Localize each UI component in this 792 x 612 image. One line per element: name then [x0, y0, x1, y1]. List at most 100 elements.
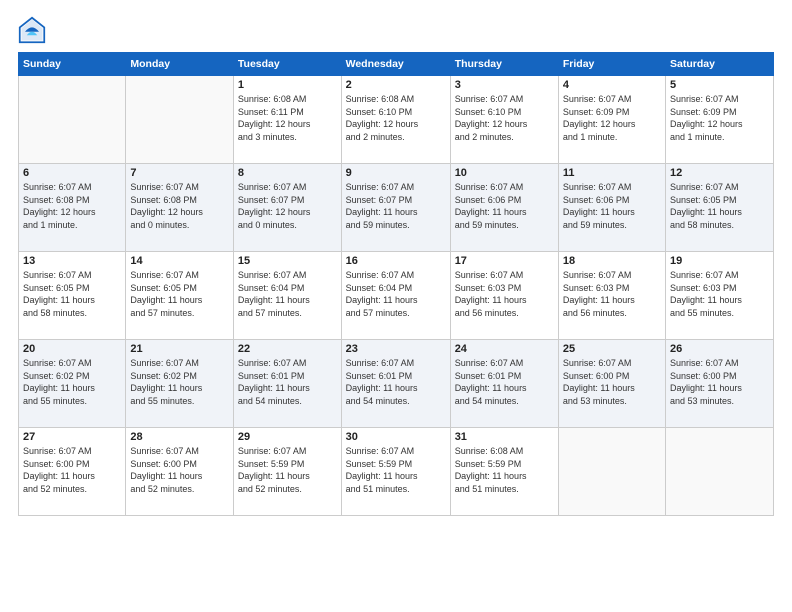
day-info: Sunrise: 6:07 AM Sunset: 6:00 PM Dayligh…	[23, 445, 121, 495]
day-info: Sunrise: 6:07 AM Sunset: 6:02 PM Dayligh…	[130, 357, 229, 407]
logo-icon	[18, 16, 46, 44]
day-number: 9	[346, 167, 446, 179]
day-number: 18	[563, 255, 661, 267]
calendar-cell: 9 Sunrise: 6:07 AM Sunset: 6:07 PM Daylig…	[341, 164, 450, 252]
day-info: Sunrise: 6:07 AM Sunset: 6:02 PM Dayligh…	[23, 357, 121, 407]
day-number: 12	[670, 167, 769, 179]
day-info: Sunrise: 6:07 AM Sunset: 6:00 PM Dayligh…	[563, 357, 661, 407]
day-info: Sunrise: 6:07 AM Sunset: 6:04 PM Dayligh…	[238, 269, 337, 319]
page: SundayMondayTuesdayWednesdayThursdayFrid…	[0, 0, 792, 612]
day-info: Sunrise: 6:07 AM Sunset: 6:09 PM Dayligh…	[670, 93, 769, 143]
day-number: 25	[563, 343, 661, 355]
calendar-cell: 21Sunrise: 6:07 AM Sunset: 6:02 PM Dayli…	[126, 340, 234, 428]
day-number: 14	[130, 255, 229, 267]
day-info: Sunrise: 6:07 AM Sunset: 6:08 PM Dayligh…	[130, 181, 229, 231]
calendar-cell: 18Sunrise: 6:07 AM Sunset: 6:03 PM Dayli…	[558, 252, 665, 340]
day-info: Sunrise: 6:07 AM Sunset: 6:07 PM Dayligh…	[238, 181, 337, 231]
day-number: 27	[23, 431, 121, 443]
calendar-cell: 1 Sunrise: 6:08 AM Sunset: 6:11 PM Daylig…	[233, 76, 341, 164]
calendar-table: SundayMondayTuesdayWednesdayThursdayFrid…	[18, 52, 774, 516]
day-info: Sunrise: 6:07 AM Sunset: 6:05 PM Dayligh…	[670, 181, 769, 231]
calendar-cell: 15 Sunrise: 6:07 AM Sunset: 6:04 PM Dayli…	[233, 252, 341, 340]
calendar-body: 1 Sunrise: 6:08 AM Sunset: 6:11 PM Daylig…	[19, 76, 774, 516]
week-row-3: 13 Sunrise: 6:07 AM Sunset: 6:05 PM Dayli…	[19, 252, 774, 340]
calendar-cell: 30 Sunrise: 6:07 AM Sunset: 5:59 PM Dayli…	[341, 428, 450, 516]
day-info: Sunrise: 6:07 AM Sunset: 6:01 PM Dayligh…	[346, 357, 446, 407]
day-info: Sunrise: 6:07 AM Sunset: 5:59 PM Dayligh…	[238, 445, 337, 495]
week-row-5: 27 Sunrise: 6:07 AM Sunset: 6:00 PM Dayli…	[19, 428, 774, 516]
calendar-cell: 25 Sunrise: 6:07 AM Sunset: 6:00 PM Dayli…	[558, 340, 665, 428]
calendar-cell: 22Sunrise: 6:07 AM Sunset: 6:01 PM Dayli…	[233, 340, 341, 428]
header-day-saturday: Saturday	[665, 53, 773, 76]
header-day-tuesday: Tuesday	[233, 53, 341, 76]
day-number: 26	[670, 343, 769, 355]
day-number: 6	[23, 167, 121, 179]
day-number: 24	[455, 343, 554, 355]
day-info: Sunrise: 6:07 AM Sunset: 6:00 PM Dayligh…	[130, 445, 229, 495]
calendar-cell: 6 Sunrise: 6:07 AM Sunset: 6:08 PM Daylig…	[19, 164, 126, 252]
day-number: 2	[346, 79, 446, 91]
header-day-sunday: Sunday	[19, 53, 126, 76]
day-info: Sunrise: 6:08 AM Sunset: 6:10 PM Dayligh…	[346, 93, 446, 143]
day-number: 17	[455, 255, 554, 267]
day-info: Sunrise: 6:07 AM Sunset: 6:01 PM Dayligh…	[455, 357, 554, 407]
calendar-cell: 7Sunrise: 6:07 AM Sunset: 6:08 PM Daylig…	[126, 164, 234, 252]
day-number: 13	[23, 255, 121, 267]
day-number: 15	[238, 255, 337, 267]
logo	[18, 16, 50, 44]
calendar-cell: 26 Sunrise: 6:07 AM Sunset: 6:00 PM Dayli…	[665, 340, 773, 428]
day-number: 23	[346, 343, 446, 355]
calendar-cell: 17 Sunrise: 6:07 AM Sunset: 6:03 PM Dayli…	[450, 252, 558, 340]
day-number: 30	[346, 431, 446, 443]
day-info: Sunrise: 6:08 AM Sunset: 6:11 PM Dayligh…	[238, 93, 337, 143]
calendar-cell: 10 Sunrise: 6:07 AM Sunset: 6:06 PM Dayli…	[450, 164, 558, 252]
week-row-4: 20 Sunrise: 6:07 AM Sunset: 6:02 PM Dayli…	[19, 340, 774, 428]
day-number: 31	[455, 431, 554, 443]
calendar-cell: 28Sunrise: 6:07 AM Sunset: 6:00 PM Dayli…	[126, 428, 234, 516]
calendar-cell	[665, 428, 773, 516]
calendar-cell	[126, 76, 234, 164]
day-info: Sunrise: 6:07 AM Sunset: 6:10 PM Dayligh…	[455, 93, 554, 143]
day-number: 5	[670, 79, 769, 91]
header-day-monday: Monday	[126, 53, 234, 76]
calendar-cell: 27 Sunrise: 6:07 AM Sunset: 6:00 PM Dayli…	[19, 428, 126, 516]
day-number: 11	[563, 167, 661, 179]
day-info: Sunrise: 6:07 AM Sunset: 6:08 PM Dayligh…	[23, 181, 121, 231]
day-info: Sunrise: 6:07 AM Sunset: 6:05 PM Dayligh…	[130, 269, 229, 319]
calendar-cell: 31 Sunrise: 6:08 AM Sunset: 5:59 PM Dayli…	[450, 428, 558, 516]
calendar-cell	[558, 428, 665, 516]
calendar-cell: 24 Sunrise: 6:07 AM Sunset: 6:01 PM Dayli…	[450, 340, 558, 428]
header-row: SundayMondayTuesdayWednesdayThursdayFrid…	[19, 53, 774, 76]
day-info: Sunrise: 6:07 AM Sunset: 6:06 PM Dayligh…	[563, 181, 661, 231]
calendar-cell: 20 Sunrise: 6:07 AM Sunset: 6:02 PM Dayli…	[19, 340, 126, 428]
day-info: Sunrise: 6:07 AM Sunset: 6:00 PM Dayligh…	[670, 357, 769, 407]
week-row-2: 6 Sunrise: 6:07 AM Sunset: 6:08 PM Daylig…	[19, 164, 774, 252]
day-info: Sunrise: 6:07 AM Sunset: 6:01 PM Dayligh…	[238, 357, 337, 407]
day-number: 16	[346, 255, 446, 267]
day-info: Sunrise: 6:07 AM Sunset: 6:03 PM Dayligh…	[455, 269, 554, 319]
calendar-cell: 2 Sunrise: 6:08 AM Sunset: 6:10 PM Daylig…	[341, 76, 450, 164]
header-day-wednesday: Wednesday	[341, 53, 450, 76]
day-info: Sunrise: 6:07 AM Sunset: 5:59 PM Dayligh…	[346, 445, 446, 495]
day-number: 4	[563, 79, 661, 91]
day-number: 29	[238, 431, 337, 443]
calendar-cell: 16Sunrise: 6:07 AM Sunset: 6:04 PM Dayli…	[341, 252, 450, 340]
day-info: Sunrise: 6:07 AM Sunset: 6:09 PM Dayligh…	[563, 93, 661, 143]
day-number: 10	[455, 167, 554, 179]
day-number: 1	[238, 79, 337, 91]
header	[18, 16, 774, 44]
week-row-1: 1 Sunrise: 6:08 AM Sunset: 6:11 PM Daylig…	[19, 76, 774, 164]
day-info: Sunrise: 6:08 AM Sunset: 5:59 PM Dayligh…	[455, 445, 554, 495]
day-info: Sunrise: 6:07 AM Sunset: 6:06 PM Dayligh…	[455, 181, 554, 231]
header-day-thursday: Thursday	[450, 53, 558, 76]
day-number: 20	[23, 343, 121, 355]
calendar-cell: 4 Sunrise: 6:07 AM Sunset: 6:09 PM Daylig…	[558, 76, 665, 164]
calendar-cell: 8 Sunrise: 6:07 AM Sunset: 6:07 PM Daylig…	[233, 164, 341, 252]
calendar-cell: 5 Sunrise: 6:07 AM Sunset: 6:09 PM Daylig…	[665, 76, 773, 164]
calendar-cell: 29 Sunrise: 6:07 AM Sunset: 5:59 PM Dayli…	[233, 428, 341, 516]
day-info: Sunrise: 6:07 AM Sunset: 6:03 PM Dayligh…	[670, 269, 769, 319]
day-number: 8	[238, 167, 337, 179]
day-info: Sunrise: 6:07 AM Sunset: 6:07 PM Dayligh…	[346, 181, 446, 231]
calendar-cell: 3Sunrise: 6:07 AM Sunset: 6:10 PM Daylig…	[450, 76, 558, 164]
day-number: 19	[670, 255, 769, 267]
